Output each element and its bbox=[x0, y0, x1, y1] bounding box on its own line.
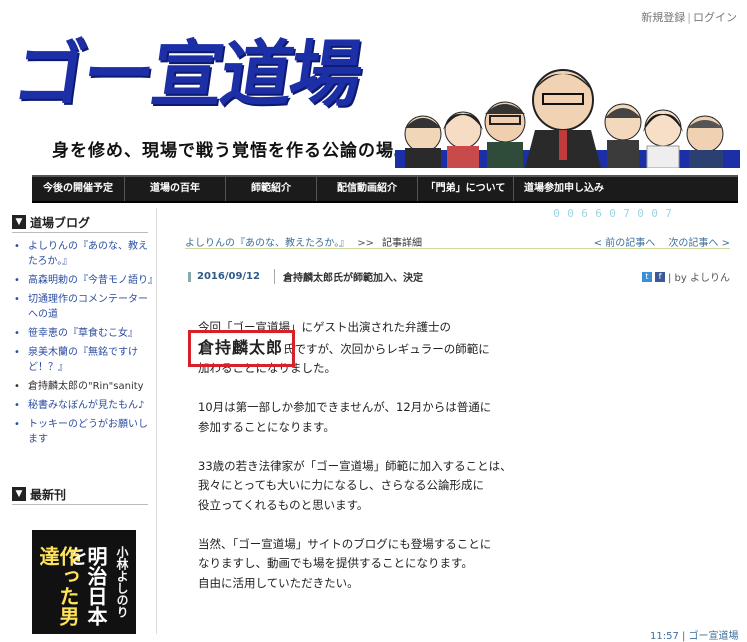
nav-item-disciples[interactable]: 「門弟」について bbox=[418, 177, 514, 201]
blog-section-heading: ▼ 道場ブログ bbox=[12, 212, 148, 233]
nav-item-videos[interactable]: 配信動画紹介 bbox=[317, 177, 418, 201]
book-author: 小林よしのり bbox=[115, 546, 129, 618]
nav-item-apply[interactable]: 道場参加申し込み bbox=[514, 177, 614, 201]
post-title: 倉持麟太郎氏が師範加入、決定 bbox=[273, 269, 423, 284]
facebook-icon[interactable]: f bbox=[655, 271, 665, 282]
account-links: 新規登録 | ログイン bbox=[641, 9, 737, 25]
counter-digit: 0 bbox=[651, 207, 658, 220]
paragraph: 当然、「ゴー宣道場」サイトのブログにも登場することに なりますし、動画でも場を提… bbox=[198, 535, 718, 594]
register-link[interactable]: 新規登録 bbox=[641, 11, 685, 24]
counter-digit: 6 bbox=[595, 207, 602, 220]
blog-link-takamori[interactable]: 高森明勅の『今昔モノ語り』 bbox=[12, 273, 158, 288]
nav-item-schedule[interactable]: 今後の開催予定 bbox=[32, 177, 125, 201]
divider bbox=[185, 248, 730, 249]
triangle-down-icon: ▼ bbox=[12, 487, 26, 501]
site-banner[interactable]: ゴー宣道場 身を修め、現場で戦う覚悟を作る公論の場。 bbox=[0, 30, 747, 170]
blog-link-yoshirin[interactable]: よしりんの『あのな、教えたろか。』 bbox=[12, 239, 156, 269]
post-date: 2016/09/12 bbox=[197, 271, 260, 282]
text-line: なりますし、動画でも場を提供することになります。 bbox=[198, 556, 473, 570]
top-bar: 新規登録 | ログイン bbox=[0, 0, 747, 31]
text-line: 役立ってくれるものと思います。 bbox=[198, 497, 369, 512]
blog-link-sasa[interactable]: 笹幸恵の『草食むこ女』 bbox=[12, 326, 156, 341]
counter-digit: 6 bbox=[581, 207, 588, 220]
paragraph: 10月は第一部しか参加できませんが、12月からは普通に 参加することになります。 bbox=[198, 398, 718, 437]
new-release-heading: ▼ 最新刊 bbox=[12, 484, 148, 505]
article-pager: < 前の記事へ 次の記事へ > bbox=[584, 234, 730, 249]
triangle-down-icon: ▼ bbox=[12, 215, 26, 229]
nav-item-masters[interactable]: 師範紹介 bbox=[226, 177, 317, 201]
twitter-icon[interactable]: t bbox=[642, 271, 652, 282]
main-nav: 今後の開催予定 道場の百年 師範紹介 配信動画紹介 「門弟」について 道場参加申… bbox=[32, 175, 738, 203]
link-separator: | bbox=[687, 11, 691, 24]
text-line: 参加することになります。 bbox=[198, 419, 335, 434]
text-line: 我々にとっても大いに力になるし、さらなる公論形成に bbox=[198, 478, 485, 492]
counter-digit: 7 bbox=[665, 207, 672, 220]
site-tagline: 身を修め、現場で戦う覚悟を作る公論の場。 bbox=[52, 141, 412, 161]
counter-digit: 0 bbox=[567, 207, 574, 220]
blog-link-minabon[interactable]: 秘書みなぼんが見たもん♪ bbox=[12, 398, 156, 413]
post-meta: 2016/09/12 倉持麟太郎氏が師範加入、決定 bbox=[188, 269, 423, 284]
blog-link-kiridoshi[interactable]: 切通理作のコメンテーターへの道 bbox=[12, 292, 156, 322]
paragraph: 33歳の若き法律家が「ゴー宣道場」師範に加入することは、 我々にとっても大いに力… bbox=[198, 457, 718, 516]
text-line: 10月は第一部しか参加できませんが、12月からは普通に bbox=[198, 400, 492, 414]
access-counter: 0 0 6 6 0 7 0 0 7 bbox=[550, 207, 675, 220]
share-area: t f | by よしりん bbox=[642, 269, 730, 284]
text-line: 当然、「ゴー宣道場」サイトのブログにも登場することに bbox=[198, 536, 492, 551]
counter-digit: 0 bbox=[553, 207, 560, 220]
book-cover[interactable]: 小林よしのり 明治日本を 作った男達 bbox=[32, 530, 136, 634]
blog-link-tokky[interactable]: トッキーのどうがお願いします bbox=[12, 417, 156, 447]
blog-list: よしりんの『あのな、教えたろか。』 高森明勅の『今昔モノ語り』 切通理作のコメン… bbox=[8, 239, 158, 447]
text-line: 33歳の若き法律家が「ゴー宣道場」師範に加入することは、 bbox=[198, 458, 512, 473]
post-byline: | by よしりん bbox=[668, 273, 730, 284]
text-line: 氏ですが、次回からレギュラーの師範に bbox=[283, 341, 490, 356]
blog-heading-label: 道場ブログ bbox=[30, 215, 91, 230]
blog-link-izumi[interactable]: 泉美木蘭の『無銘ですけど！？』 bbox=[12, 345, 156, 375]
counter-digit: 0 bbox=[637, 207, 644, 220]
highlight-box bbox=[188, 330, 295, 367]
banner-characters-illustration bbox=[395, 42, 740, 168]
counter-digit: 7 bbox=[623, 207, 630, 220]
breadcrumb: よしりんの『あのな、教えたろか。』 >> 記事詳細 bbox=[185, 234, 422, 249]
blog-link-kuramochi[interactable]: 倉持麟太郎の"Rin"sanity bbox=[12, 379, 156, 394]
book-title-line2: 作った男達 bbox=[36, 546, 80, 626]
new-release-label: 最新刊 bbox=[30, 487, 67, 502]
post-footer-time[interactable]: 11:57 | ゴー宣道場 bbox=[650, 627, 739, 642]
site-logo[interactable]: ゴー宣道場 bbox=[8, 31, 365, 116]
post-marker bbox=[188, 271, 191, 282]
login-link[interactable]: ログイン bbox=[693, 11, 737, 24]
sidebar: ▼ 道場ブログ よしりんの『あのな、教えたろか。』 高森明勅の『今昔モノ語り』 … bbox=[8, 208, 158, 634]
text-line: 自由に活用していただきたい。 bbox=[198, 575, 359, 590]
counter-digit: 0 bbox=[609, 207, 616, 220]
nav-item-history[interactable]: 道場の百年 bbox=[125, 177, 226, 201]
